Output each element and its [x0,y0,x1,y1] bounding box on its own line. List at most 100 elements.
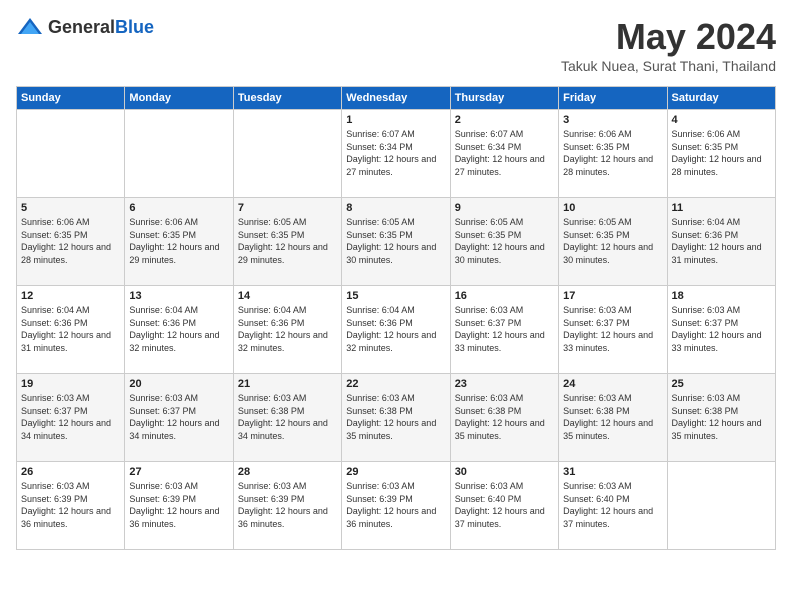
day-number: 23 [455,378,554,390]
logo-icon [16,16,44,38]
calendar-week-4: 19 Sunrise: 6:03 AM Sunset: 6:37 PM Dayli… [17,374,776,462]
day-number: 17 [563,290,662,302]
logo: GeneralBlue [16,16,154,38]
day-info: Sunrise: 6:05 AM Sunset: 6:35 PM Dayligh… [238,216,337,266]
calendar-cell: 10 Sunrise: 6:05 AM Sunset: 6:35 PM Dayli… [559,198,667,286]
calendar-cell: 19 Sunrise: 6:03 AM Sunset: 6:37 PM Dayli… [17,374,125,462]
day-number: 8 [346,202,445,214]
calendar-cell: 25Sunrise: 6:03 AM Sunset: 6:38 PM Dayli… [667,374,775,462]
calendar-cell: 29Sunrise: 6:03 AM Sunset: 6:39 PM Dayli… [342,462,450,550]
day-info: Sunrise: 6:04 AM Sunset: 6:36 PM Dayligh… [346,304,445,354]
location: Takuk Nuea, Surat Thani, Thailand [561,58,776,74]
calendar-cell: 7 Sunrise: 6:05 AM Sunset: 6:35 PM Daylig… [233,198,341,286]
day-number: 12 [21,290,120,302]
day-number: 22 [346,378,445,390]
day-info: Sunrise: 6:03 AM Sunset: 6:38 PM Dayligh… [563,392,662,442]
calendar-cell: 16 Sunrise: 6:03 AM Sunset: 6:37 PM Dayli… [450,286,558,374]
day-number: 14 [238,290,337,302]
calendar-cell: 14 Sunrise: 6:04 AM Sunset: 6:36 PM Dayli… [233,286,341,374]
day-number: 21 [238,378,337,390]
day-info: Sunrise: 6:06 AM Sunset: 6:35 PM Dayligh… [672,128,771,178]
day-number: 3 [563,114,662,126]
calendar-cell: 31 Sunrise: 6:03 AM Sunset: 6:40 PM Dayli… [559,462,667,550]
day-info: Sunrise: 6:03 AM Sunset: 6:38 PM Dayligh… [455,392,554,442]
day-number: 26 [21,466,120,478]
calendar-cell: 6Sunrise: 6:06 AM Sunset: 6:35 PM Daylig… [125,198,233,286]
calendar-week-5: 26 Sunrise: 6:03 AM Sunset: 6:39 PM Dayli… [17,462,776,550]
calendar-header: Sunday Monday Tuesday Wednesday Thursday… [17,87,776,110]
day-info: Sunrise: 6:03 AM Sunset: 6:38 PM Dayligh… [672,392,771,442]
day-number: 19 [21,378,120,390]
calendar-cell: 12 Sunrise: 6:04 AM Sunset: 6:36 PM Dayli… [17,286,125,374]
day-number: 9 [455,202,554,214]
header-saturday: Saturday [667,87,775,110]
day-number: 10 [563,202,662,214]
logo-blue-text: Blue [115,17,154,37]
header-wednesday: Wednesday [342,87,450,110]
page-header: GeneralBlue May 2024 Takuk Nuea, Surat T… [16,16,776,74]
day-number: 27 [129,466,228,478]
day-number: 4 [672,114,771,126]
calendar-week-2: 5Sunrise: 6:06 AM Sunset: 6:35 PM Daylig… [17,198,776,286]
header-monday: Monday [125,87,233,110]
calendar-cell: 27 Sunrise: 6:03 AM Sunset: 6:39 PM Dayli… [125,462,233,550]
calendar-cell: 22 Sunrise: 6:03 AM Sunset: 6:38 PM Dayli… [342,374,450,462]
calendar-cell: 8 Sunrise: 6:05 AM Sunset: 6:35 PM Daylig… [342,198,450,286]
calendar-body: 1 Sunrise: 6:07 AM Sunset: 6:34 PM Daylig… [17,110,776,550]
day-number: 16 [455,290,554,302]
day-info: Sunrise: 6:03 AM Sunset: 6:40 PM Dayligh… [455,480,554,530]
day-info: Sunrise: 6:03 AM Sunset: 6:37 PM Dayligh… [21,392,120,442]
day-info: Sunrise: 6:07 AM Sunset: 6:34 PM Dayligh… [455,128,554,178]
calendar-cell [125,110,233,198]
calendar-cell: 15Sunrise: 6:04 AM Sunset: 6:36 PM Dayli… [342,286,450,374]
day-info: Sunrise: 6:05 AM Sunset: 6:35 PM Dayligh… [455,216,554,266]
day-number: 24 [563,378,662,390]
day-info: Sunrise: 6:03 AM Sunset: 6:39 PM Dayligh… [21,480,120,530]
day-info: Sunrise: 6:03 AM Sunset: 6:37 PM Dayligh… [455,304,554,354]
day-info: Sunrise: 6:04 AM Sunset: 6:36 PM Dayligh… [129,304,228,354]
calendar-cell: 30 Sunrise: 6:03 AM Sunset: 6:40 PM Dayli… [450,462,558,550]
calendar-cell: 23 Sunrise: 6:03 AM Sunset: 6:38 PM Dayli… [450,374,558,462]
calendar-cell: 26 Sunrise: 6:03 AM Sunset: 6:39 PM Dayli… [17,462,125,550]
calendar-cell [233,110,341,198]
calendar-cell: 5Sunrise: 6:06 AM Sunset: 6:35 PM Daylig… [17,198,125,286]
header-thursday: Thursday [450,87,558,110]
day-info: Sunrise: 6:07 AM Sunset: 6:34 PM Dayligh… [346,128,445,178]
day-number: 1 [346,114,445,126]
day-number: 30 [455,466,554,478]
header-tuesday: Tuesday [233,87,341,110]
day-info: Sunrise: 6:05 AM Sunset: 6:35 PM Dayligh… [563,216,662,266]
day-number: 18 [672,290,771,302]
calendar-week-1: 1 Sunrise: 6:07 AM Sunset: 6:34 PM Daylig… [17,110,776,198]
day-info: Sunrise: 6:03 AM Sunset: 6:39 PM Dayligh… [129,480,228,530]
day-info: Sunrise: 6:04 AM Sunset: 6:36 PM Dayligh… [238,304,337,354]
day-info: Sunrise: 6:03 AM Sunset: 6:38 PM Dayligh… [346,392,445,442]
day-number: 31 [563,466,662,478]
calendar-cell [17,110,125,198]
calendar-cell: 1 Sunrise: 6:07 AM Sunset: 6:34 PM Daylig… [342,110,450,198]
day-info: Sunrise: 6:03 AM Sunset: 6:38 PM Dayligh… [238,392,337,442]
calendar-cell: 2Sunrise: 6:07 AM Sunset: 6:34 PM Daylig… [450,110,558,198]
calendar-week-3: 12 Sunrise: 6:04 AM Sunset: 6:36 PM Dayli… [17,286,776,374]
calendar-cell: 24 Sunrise: 6:03 AM Sunset: 6:38 PM Dayli… [559,374,667,462]
title-block: May 2024 Takuk Nuea, Surat Thani, Thaila… [561,16,776,74]
day-info: Sunrise: 6:06 AM Sunset: 6:35 PM Dayligh… [563,128,662,178]
day-number: 11 [672,202,771,214]
day-info: Sunrise: 6:04 AM Sunset: 6:36 PM Dayligh… [21,304,120,354]
calendar-cell: 17Sunrise: 6:03 AM Sunset: 6:37 PM Dayli… [559,286,667,374]
day-info: Sunrise: 6:03 AM Sunset: 6:37 PM Dayligh… [672,304,771,354]
header-friday: Friday [559,87,667,110]
day-number: 6 [129,202,228,214]
day-info: Sunrise: 6:05 AM Sunset: 6:35 PM Dayligh… [346,216,445,266]
day-number: 13 [129,290,228,302]
calendar-table: Sunday Monday Tuesday Wednesday Thursday… [16,86,776,550]
calendar-cell: 9 Sunrise: 6:05 AM Sunset: 6:35 PM Daylig… [450,198,558,286]
day-info: Sunrise: 6:03 AM Sunset: 6:40 PM Dayligh… [563,480,662,530]
day-info: Sunrise: 6:04 AM Sunset: 6:36 PM Dayligh… [672,216,771,266]
calendar-cell: 4 Sunrise: 6:06 AM Sunset: 6:35 PM Daylig… [667,110,775,198]
calendar-cell: 13 Sunrise: 6:04 AM Sunset: 6:36 PM Dayli… [125,286,233,374]
calendar-cell [667,462,775,550]
day-info: Sunrise: 6:03 AM Sunset: 6:37 PM Dayligh… [129,392,228,442]
calendar-cell: 3 Sunrise: 6:06 AM Sunset: 6:35 PM Daylig… [559,110,667,198]
day-number: 7 [238,202,337,214]
